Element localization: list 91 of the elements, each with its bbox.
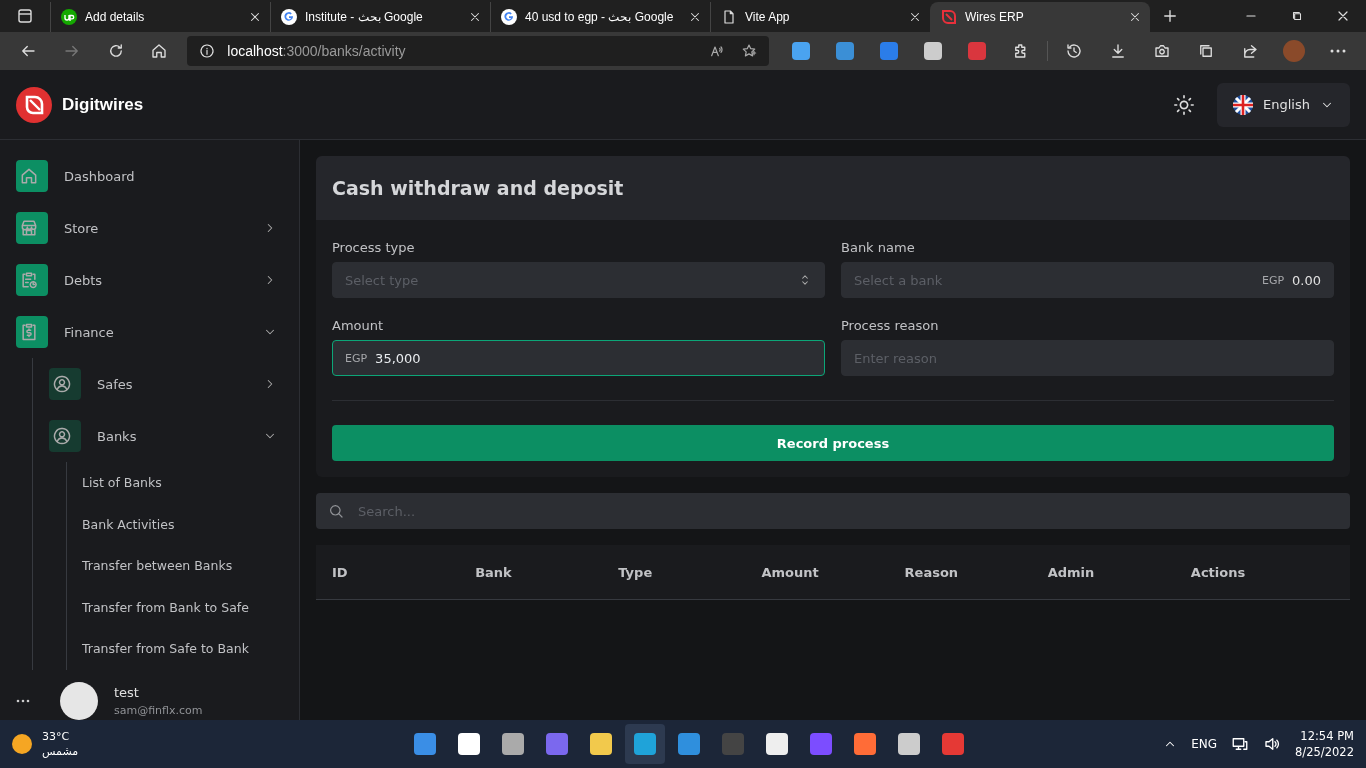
debts-icon: [19, 270, 39, 290]
balance-value: 0.00: [1292, 272, 1321, 288]
field-label: Process type: [332, 240, 416, 255]
flag-icon: [1233, 94, 1254, 115]
sun-icon: [12, 734, 32, 754]
tab-actions-icon[interactable]: [17, 8, 33, 24]
close-icon[interactable]: [248, 10, 262, 24]
taskbar-app-icon[interactable]: [458, 733, 480, 755]
close-icon[interactable]: [468, 10, 482, 24]
network-icon[interactable]: [1231, 735, 1250, 753]
field-label: Process reason: [841, 318, 940, 333]
sidebar-item[interactable]: Dashboard: [16, 150, 283, 202]
tab-title: Add details: [85, 10, 146, 24]
sidebar-item[interactable]: Safes: [49, 358, 283, 410]
speaker-icon[interactable]: [1263, 735, 1282, 753]
new-tab-icon[interactable]: [1161, 7, 1179, 25]
avatar: [60, 681, 98, 720]
info-icon: [199, 43, 216, 59]
address-bar[interactable]: localhost:3000/banks/activity: [187, 36, 770, 66]
taskbar-app-icon[interactable]: [414, 733, 436, 755]
logo-icon: [16, 86, 52, 123]
field-label: Bank name: [841, 240, 916, 255]
screenshot-icon[interactable]: [1153, 42, 1172, 60]
currency-label: EGP: [345, 351, 368, 365]
currency-label: EGP: [1261, 273, 1285, 287]
card-title: Cash withdraw and deposit: [332, 177, 624, 199]
g-letter-icon: [501, 9, 517, 25]
tab-title: 40 usd to egp - بحث Google: [525, 10, 675, 24]
g-letter-icon: [281, 9, 297, 25]
up-logo-icon: [61, 9, 77, 25]
user-name: test: [114, 684, 140, 700]
column-header: Bank: [475, 564, 513, 580]
record-button[interactable]: Record process: [332, 425, 1334, 461]
logo-icon: [941, 9, 957, 25]
finance-icon: [19, 322, 39, 342]
close-icon[interactable]: [908, 10, 922, 24]
restore-icon[interactable]: [1290, 9, 1304, 23]
user-icon: [52, 374, 72, 394]
sidebar-item[interactable]: Banks: [49, 410, 283, 462]
search-icon: [328, 503, 344, 519]
user-icon: [52, 426, 72, 446]
history-icon[interactable]: [1065, 42, 1084, 60]
input-language[interactable]: ENG: [1191, 737, 1218, 751]
taskbar-app-icon[interactable]: [634, 733, 656, 755]
url-text: localhost:3000/banks/activity: [227, 43, 406, 59]
column-header: Actions: [1190, 564, 1247, 580]
tab-title: Wires ERP: [965, 10, 1025, 24]
submenu-link[interactable]: Transfer from Safe to Bank: [82, 628, 283, 670]
language-button[interactable]: English: [1217, 82, 1350, 127]
clock[interactable]: 12:54 PM 8/25/2022: [1295, 728, 1354, 760]
column-header: Type: [618, 564, 654, 580]
taskbar-app-icon[interactable]: [898, 733, 920, 755]
brand-name: Digitwires: [62, 94, 144, 115]
taskbar-app-icon[interactable]: [546, 733, 568, 755]
column-header: Reason: [904, 564, 960, 580]
column-header: Admin: [1047, 564, 1096, 580]
column-header: Amount: [761, 564, 820, 580]
column-header: ID: [332, 564, 349, 580]
browser-tab[interactable]: Wires ERP: [930, 2, 1150, 32]
user-email: sam@finflx.com: [114, 703, 203, 717]
close-icon[interactable]: [688, 10, 702, 24]
more-icon[interactable]: [1330, 49, 1347, 53]
taskbar-app-icon[interactable]: [590, 733, 612, 755]
page-icon: [721, 9, 737, 25]
taskbar-app-icon[interactable]: [854, 733, 876, 755]
home-icon: [19, 166, 39, 186]
taskbar-app-icon[interactable]: [766, 733, 788, 755]
favorite-icon[interactable]: [741, 43, 758, 59]
taskbar-app-icon[interactable]: [942, 733, 964, 755]
temperature: 33°C: [42, 730, 71, 743]
weather-condition: مشمس: [42, 745, 79, 758]
tab-title: Institute - بحث Google: [305, 10, 424, 24]
sun-icon[interactable]: [1173, 93, 1196, 116]
sidebar-item[interactable]: Debts: [16, 254, 283, 306]
submenu-link[interactable]: Transfer between Banks: [82, 545, 283, 587]
close-icon[interactable]: [1128, 10, 1142, 24]
home-icon[interactable]: [150, 42, 169, 60]
input-field[interactable]: EGP 35,000: [332, 340, 825, 376]
amount-input[interactable]: 35,000: [375, 341, 812, 375]
submenu-link[interactable]: List of Banks: [82, 462, 283, 504]
more-icon[interactable]: [16, 698, 30, 703]
share-icon[interactable]: [1241, 42, 1260, 60]
sidebar-item[interactable]: Finance: [16, 306, 283, 358]
submenu-link[interactable]: Transfer from Bank to Safe: [82, 586, 283, 628]
sidebar-item[interactable]: Store: [16, 202, 283, 254]
taskbar-app-icon[interactable]: [502, 733, 524, 755]
store-icon: [19, 218, 39, 238]
taskbar-app-icon[interactable]: [678, 733, 700, 755]
submenu-link[interactable]: Bank Activities: [82, 503, 283, 545]
field-label: Amount: [332, 318, 385, 333]
tab-title: Vite App: [745, 10, 791, 24]
